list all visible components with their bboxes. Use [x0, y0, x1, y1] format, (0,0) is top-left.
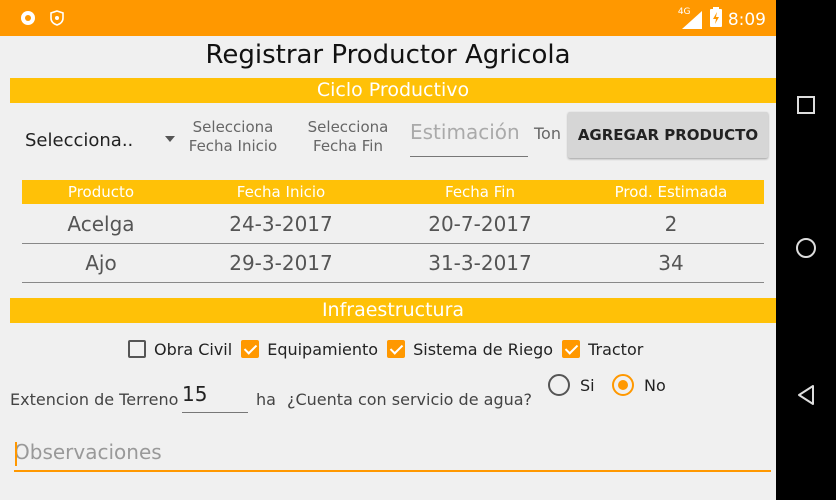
status-bar: 4G 8:09 — [0, 0, 776, 36]
ton-unit-label: Ton — [534, 124, 561, 143]
clock-label: 8:09 — [727, 9, 766, 30]
checkbox-sistema-de-riego[interactable]: Sistema de Riego — [387, 340, 553, 359]
estimacion-input[interactable]: Estimación — [410, 120, 528, 157]
dropdown-arrow-icon — [165, 136, 175, 142]
product-spinner[interactable]: Selecciona.. — [25, 120, 175, 160]
radio-label: No — [644, 375, 666, 395]
water-service-question: ¿Cuenta con servicio de agua? — [287, 390, 533, 409]
page-title: Registrar Productor Agricola — [205, 40, 571, 70]
table-cell: Acelga — [67, 212, 135, 236]
radio-no[interactable]: No — [612, 374, 666, 396]
column-header: Fecha Fin — [445, 183, 515, 201]
infrastructure-checkboxes: Obra Civil Equipamiento Sistema de Riego… — [128, 336, 652, 362]
checkbox-equipamiento[interactable]: Equipamiento — [241, 340, 378, 359]
network-type-label: 4G — [677, 6, 691, 17]
back-icon[interactable] — [776, 365, 836, 425]
table-row[interactable]: Ajo 29-3-2017 31-3-2017 34 — [22, 244, 764, 283]
checkbox-checked-icon — [387, 340, 406, 358]
checkbox-unchecked-icon — [128, 340, 146, 358]
circle-notification-icon — [18, 8, 38, 32]
column-header: Producto — [67, 183, 135, 201]
shield-icon — [50, 10, 64, 30]
select-start-date-button[interactable]: Selecciona Fecha Inicio — [178, 118, 288, 156]
checkbox-checked-icon — [562, 340, 581, 358]
infraestructura-header: Infraestructura — [10, 298, 776, 323]
radio-label: Si — [580, 375, 595, 395]
checkbox-label: Sistema de Riego — [413, 339, 554, 359]
table-cell: 29-3-2017 — [229, 251, 333, 275]
android-nav-bar — [776, 0, 836, 500]
home-icon[interactable] — [776, 218, 836, 278]
checkbox-label: Equipamiento — [267, 339, 379, 359]
observaciones-input[interactable]: Observaciones — [14, 440, 771, 472]
extension-input[interactable]: 15 — [182, 382, 248, 413]
checkbox-label: Obra Civil — [154, 339, 233, 359]
recent-apps-icon[interactable] — [776, 75, 836, 135]
table-cell: Ajo — [85, 251, 117, 275]
extension-label: Extencion de Terreno — [10, 390, 179, 409]
checkbox-tractor[interactable]: Tractor — [562, 340, 643, 359]
checkbox-label: Tractor — [588, 339, 644, 359]
table-cell: 20-7-2017 — [428, 212, 532, 236]
radio-selected-icon — [612, 374, 634, 396]
observaciones-placeholder: Observaciones — [14, 440, 162, 464]
table-cell: 24-3-2017 — [229, 212, 333, 236]
ha-unit-label: ha — [256, 390, 276, 409]
battery-icon — [709, 7, 722, 32]
table-row[interactable]: Acelga 24-3-2017 20-7-2017 2 — [22, 205, 764, 244]
spinner-value: Selecciona.. — [25, 129, 134, 151]
radio-unselected-icon — [548, 374, 570, 396]
checkbox-checked-icon — [241, 340, 260, 358]
column-header: Fecha Inicio — [236, 183, 326, 201]
table-header: Producto Fecha Inicio Fecha Fin Prod. Es… — [22, 180, 764, 204]
radio-si[interactable]: Si — [548, 374, 595, 396]
text-cursor — [15, 442, 17, 466]
select-end-date-button[interactable]: Selecciona Fecha Fin — [293, 118, 403, 156]
column-header: Prod. Estimada — [614, 183, 728, 201]
app-screen: 4G 8:09 Registrar Productor Agricola Cic… — [0, 0, 776, 500]
table-cell: 31-3-2017 — [428, 251, 532, 275]
ciclo-productivo-header: Ciclo Productivo — [10, 78, 776, 103]
signal-4g-icon: 4G — [677, 6, 704, 31]
table-cell: 34 — [658, 251, 684, 275]
checkbox-obra-civil[interactable]: Obra Civil — [128, 340, 232, 359]
table-cell: 2 — [664, 212, 678, 236]
add-product-button[interactable]: AGREGAR PRODUCTO — [568, 112, 768, 158]
